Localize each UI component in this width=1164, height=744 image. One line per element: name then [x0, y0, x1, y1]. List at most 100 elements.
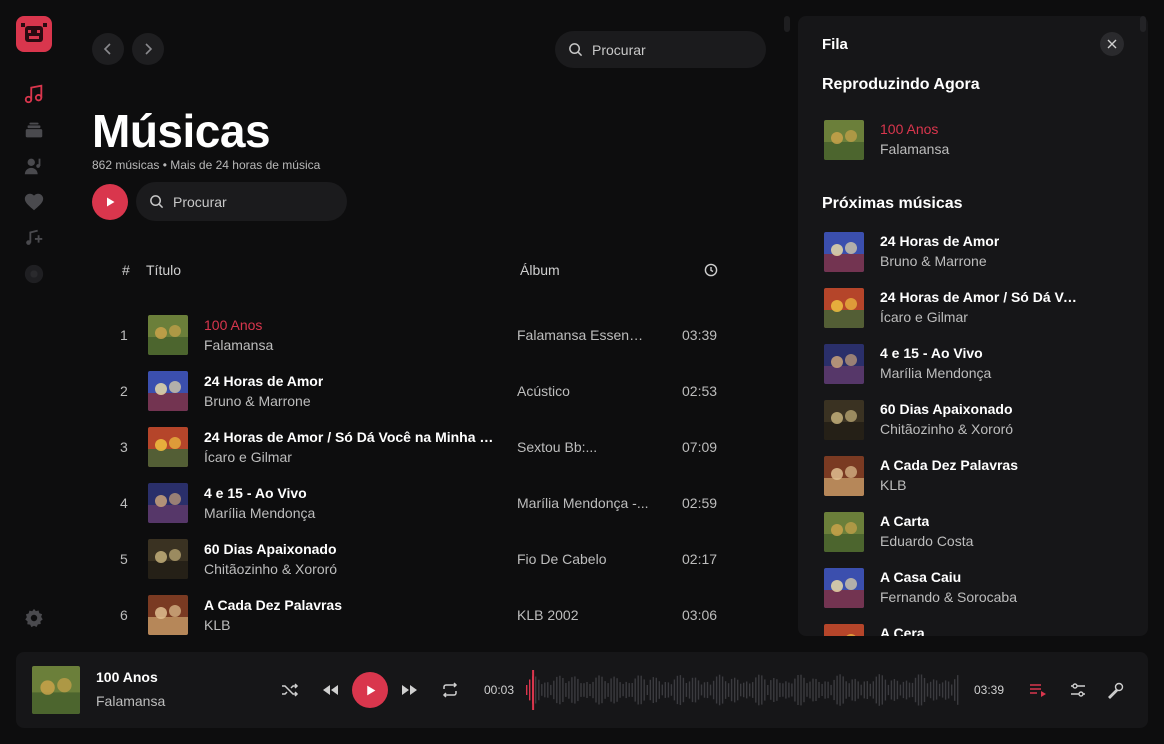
circle-icon[interactable] — [22, 262, 46, 286]
queue-item[interactable]: A Cada Dez Palavras KLB — [824, 456, 1144, 496]
column-title[interactable]: Título — [146, 262, 181, 278]
track-row[interactable]: 1 100 Anos Falamansa Falamansa Essencial 03:… — [100, 307, 740, 363]
track-search-input[interactable]: Procurar — [136, 182, 347, 221]
search-icon — [569, 43, 583, 57]
track-title: 100 Anos — [204, 317, 263, 333]
track-album[interactable]: Sextou Bb:... — [517, 439, 597, 455]
music-note-icon[interactable] — [22, 82, 46, 106]
album-cover — [824, 232, 864, 272]
heart-icon[interactable] — [22, 190, 46, 214]
track-album[interactable]: Marília Mendonça -... — [517, 495, 649, 511]
progress-waveform[interactable] — [526, 670, 960, 710]
elapsed-time: 00:03 — [484, 683, 515, 697]
queue-track-artist: KLB — [880, 477, 907, 493]
track-number: 6 — [120, 607, 128, 623]
queue-item[interactable]: A Casa Caiu Fernando & Sorocaba — [824, 568, 1144, 608]
queue-track-artist: Fernando & Sorocaba — [880, 589, 1017, 605]
total-time: 03:39 — [974, 683, 1005, 697]
track-duration: 02:53 — [682, 383, 718, 399]
track-row[interactable]: 4 4 e 15 - Ao Vivo Marília Mendonça Marília… — [100, 475, 740, 531]
queue-track-artist: Ícaro e Gilmar — [880, 309, 968, 325]
album-cover — [148, 539, 188, 579]
track-title: 24 Horas de Amor / Só Dá Você na Minha V… — [204, 429, 500, 445]
track-duration: 03:39 — [682, 327, 718, 343]
queue-scrollbar[interactable] — [1140, 16, 1146, 32]
sidebar — [0, 0, 68, 640]
track-artist[interactable]: KLB — [204, 617, 230, 633]
playlist-add-icon[interactable] — [22, 226, 46, 250]
next-button[interactable] — [398, 678, 422, 702]
queue-item[interactable]: A Cera — [824, 624, 1144, 636]
queue-track-title: 60 Dias Apaixonado — [880, 401, 1013, 417]
track-artist[interactable]: Bruno & Marrone — [204, 393, 311, 409]
app-logo[interactable] — [16, 16, 52, 52]
queue-item[interactable]: 4 e 15 - Ao Vivo Marília Mendonça — [824, 344, 1144, 384]
track-album[interactable]: Falamansa Essencial — [517, 327, 649, 343]
queue-track-title: A Casa Caiu — [880, 569, 962, 585]
queue-title: Fila — [822, 36, 848, 53]
play-pause-button[interactable] — [352, 672, 388, 708]
track-row[interactable]: 3 24 Horas de Amor / Só Dá Você na Minha … — [100, 419, 740, 475]
queue-item[interactable]: 24 Horas de Amor Bruno & Marrone — [824, 232, 1144, 272]
track-row[interactable]: 5 60 Dias Apaixonado Chitãozinho & Xororó F… — [100, 531, 740, 587]
queue-toggle-button[interactable] — [1026, 678, 1050, 702]
track-number: 1 — [120, 327, 128, 343]
queue-item[interactable]: 24 Horas de Amor / Só Dá Voc... Ícaro e G… — [824, 288, 1144, 328]
now-playing-heading: Reproduzindo Agora — [822, 76, 980, 93]
queue-item[interactable]: 60 Dias Apaixonado Chitãozinho & Xororó — [824, 400, 1144, 440]
equalizer-button[interactable] — [1066, 678, 1090, 702]
now-playing-title: 100 Anos — [96, 669, 158, 685]
library-summary: 862 músicas • Mais de 24 horas de música — [92, 158, 321, 172]
search-icon — [150, 195, 164, 209]
queue-track-title: A Carta — [880, 513, 930, 529]
forward-button[interactable] — [132, 33, 164, 65]
gear-icon[interactable] — [22, 606, 46, 630]
microphone-icon — [1108, 682, 1124, 699]
player-bar: 100 Anos Falamansa 00:03 03:39 — [16, 652, 1148, 728]
queue-now-playing-item[interactable]: 100 Anos Falamansa — [824, 120, 1144, 160]
track-album[interactable]: Fio De Cabelo — [517, 551, 607, 567]
track-number: 4 — [120, 495, 128, 511]
track-album[interactable]: KLB 2002 — [517, 607, 579, 623]
shuffle-button[interactable] — [278, 678, 302, 702]
rewind-icon — [323, 685, 338, 695]
track-title: A Cada Dez Palavras — [204, 597, 342, 613]
queue-track-title: 4 e 15 - Ao Vivo — [880, 345, 983, 361]
track-row[interactable]: 2 24 Horas de Amor Bruno & Marrone Acústico… — [100, 363, 740, 419]
global-search-input[interactable]: Procurar — [555, 31, 766, 68]
album-cover — [824, 568, 864, 608]
play-all-button[interactable] — [92, 184, 128, 220]
artists-icon[interactable] — [22, 154, 46, 178]
lyrics-button[interactable] — [1104, 678, 1128, 702]
repeat-button[interactable] — [438, 678, 462, 702]
queue-track-artist: Bruno & Marrone — [880, 253, 987, 269]
next-tracks-heading: Próximas músicas — [822, 195, 963, 212]
previous-button[interactable] — [318, 678, 342, 702]
main-scrollbar[interactable] — [784, 16, 790, 32]
track-artist[interactable]: Falamansa — [204, 337, 273, 353]
track-artist[interactable]: Marília Mendonça — [204, 505, 315, 521]
fast-forward-icon — [402, 685, 417, 695]
track-artist[interactable]: Chitãozinho & Xororó — [204, 561, 337, 577]
close-queue-button[interactable] — [1100, 32, 1124, 56]
play-icon — [366, 685, 375, 695]
track-duration: 02:59 — [682, 495, 718, 511]
column-number: # — [122, 262, 130, 278]
queue-track-artist: Marília Mendonça — [880, 365, 992, 381]
track-duration: 02:17 — [682, 551, 718, 567]
track-album[interactable]: Acústico — [517, 383, 570, 399]
album-cover — [824, 120, 864, 160]
album-cover — [148, 315, 188, 355]
track-title: 60 Dias Apaixonado — [204, 541, 337, 557]
album-cover — [148, 427, 188, 467]
track-number: 5 — [120, 551, 128, 567]
chevron-left-icon — [103, 43, 111, 55]
track-row[interactable]: 6 A Cada Dez Palavras KLB KLB 2002 03:06 — [100, 587, 740, 643]
album-cover — [824, 344, 864, 384]
albums-icon[interactable] — [22, 118, 46, 142]
queue-item[interactable]: A Carta Eduardo Costa — [824, 512, 1144, 552]
back-button[interactable] — [92, 33, 124, 65]
column-album[interactable]: Álbum — [520, 262, 560, 278]
track-artist[interactable]: Ícaro e Gilmar — [204, 449, 292, 465]
album-cover — [148, 483, 188, 523]
